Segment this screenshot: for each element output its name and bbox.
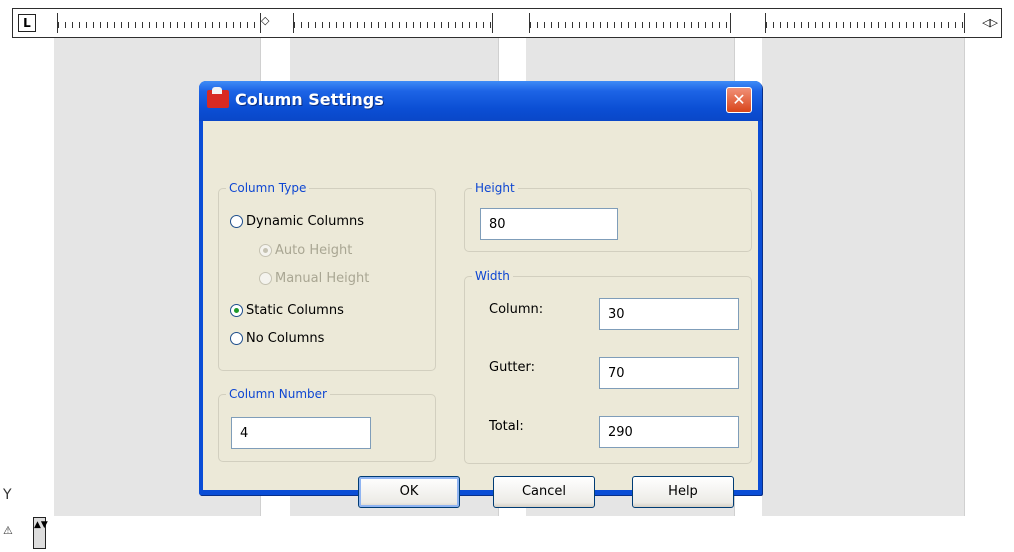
manual-height-radio[interactable]: Manual Height — [259, 270, 369, 286]
ruler-column-1[interactable] — [57, 13, 261, 33]
page-column-4 — [762, 38, 965, 516]
no-columns-radio[interactable]: No Columns — [230, 330, 324, 346]
no-columns-label: No Columns — [246, 330, 325, 346]
column-ruler[interactable]: L ◇ ◁▷ — [12, 8, 1002, 38]
app-icon — [207, 87, 229, 108]
dialog-titlebar[interactable]: Column Settings ✕ — [199, 81, 762, 121]
close-button[interactable]: ✕ — [726, 87, 752, 113]
radio-circle — [230, 331, 243, 345]
ruler-scroll-arrows-icon[interactable]: ◁▷ — [982, 16, 998, 29]
height-group: Height — [464, 181, 752, 252]
height-input[interactable] — [480, 208, 618, 240]
tab-selector-button[interactable]: L — [18, 14, 36, 32]
width-title: Width — [472, 269, 513, 283]
column-number-group: Column Number — [218, 387, 436, 462]
dynamic-columns-radio[interactable]: Dynamic Columns — [230, 213, 364, 229]
column-settings-dialog: Column Settings ✕ Column Type Dynamic Co… — [199, 81, 762, 508]
ruler-indent-marker[interactable]: ◇ — [261, 14, 269, 27]
width-group: Width Column: Gutter: Total: — [464, 269, 752, 464]
auto-height-label: Auto Height — [275, 242, 353, 258]
ruler-column-2[interactable] — [293, 13, 493, 33]
dynamic-columns-label: Dynamic Columns — [246, 213, 365, 229]
ruler-column-3[interactable] — [529, 13, 731, 33]
ok-button[interactable]: OK — [358, 476, 460, 508]
column-number-input[interactable] — [231, 417, 371, 449]
total-width-label: Total: — [489, 419, 524, 434]
dialog-client-area: Column Type Dynamic Columns Auto Height … — [203, 121, 758, 508]
spin-arrows-icon[interactable]: ▲▼ — [33, 517, 48, 549]
help-button[interactable]: Help — [632, 476, 734, 508]
radio-circle — [259, 271, 272, 285]
height-title: Height — [472, 181, 518, 195]
column-type-group: Column Type Dynamic Columns Auto Height … — [218, 181, 436, 371]
cancel-button[interactable]: Cancel — [493, 476, 595, 508]
auto-height-radio[interactable]: Auto Height — [259, 242, 352, 258]
static-columns-label: Static Columns — [246, 302, 344, 318]
radio-circle — [230, 214, 243, 228]
warning-icon[interactable]: ⚠ — [3, 524, 13, 537]
column-width-input[interactable] — [599, 298, 739, 330]
ruler-column-4[interactable] — [765, 13, 965, 33]
total-width-input[interactable] — [599, 416, 739, 448]
y-axis-icon: Y — [3, 487, 12, 503]
gutter-width-label: Gutter: — [489, 360, 536, 375]
radio-circle — [259, 243, 272, 257]
static-columns-radio[interactable]: Static Columns — [230, 302, 344, 318]
column-type-title: Column Type — [226, 181, 310, 195]
dialog-title: Column Settings — [235, 90, 384, 109]
column-number-title: Column Number — [226, 387, 330, 401]
gutter-width-input[interactable] — [599, 357, 739, 389]
radio-circle — [230, 303, 243, 317]
manual-height-label: Manual Height — [275, 270, 370, 286]
column-width-label: Column: — [489, 302, 544, 317]
